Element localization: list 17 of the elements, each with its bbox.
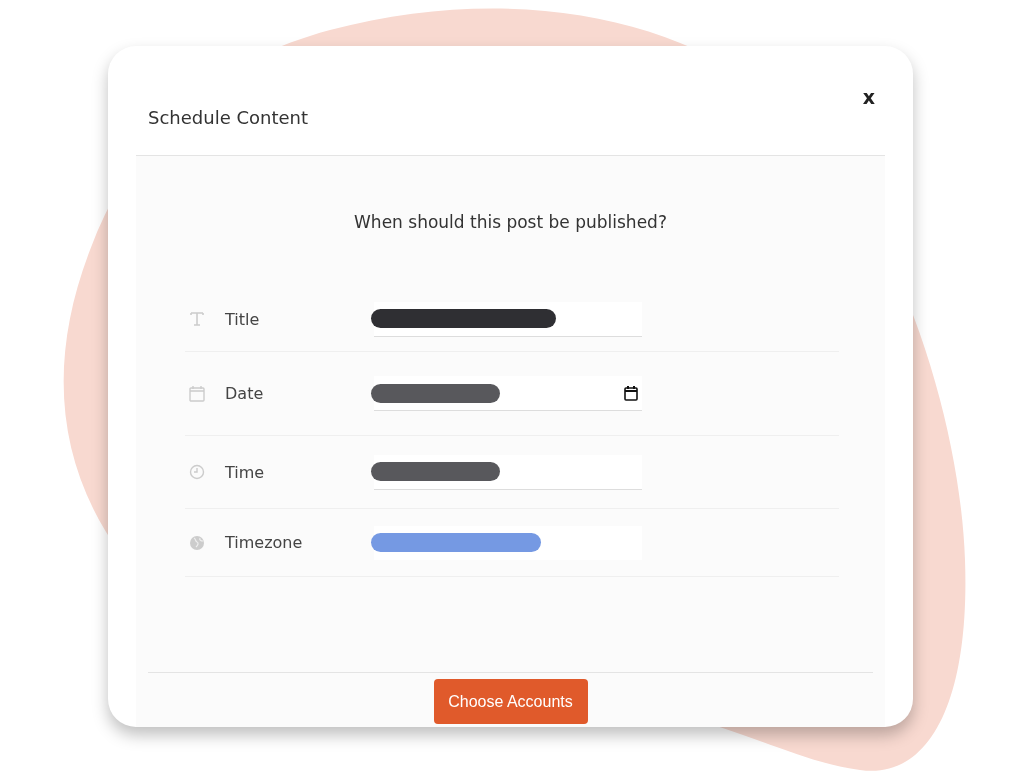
calendar-icon[interactable] [624, 385, 638, 401]
calendar-icon [188, 384, 206, 403]
field-label: Timezone [225, 533, 304, 552]
field-label: Date [225, 384, 265, 403]
field-label: Title [225, 309, 261, 329]
close-button[interactable]: x [858, 85, 879, 109]
text-icon [188, 310, 206, 328]
input-field[interactable] [374, 454, 642, 490]
field-label: Time [225, 462, 266, 482]
input-field[interactable] [374, 525, 642, 560]
choose-accounts-button[interactable]: Choose Accounts [433, 679, 588, 724]
input-field[interactable] [374, 301, 642, 337]
globe-icon [188, 533, 206, 552]
input-field[interactable] [374, 376, 642, 411]
question-text: When should this post be published? [353, 212, 668, 232]
dialog-title: Schedule Content [148, 107, 309, 130]
clock-icon [188, 463, 206, 481]
